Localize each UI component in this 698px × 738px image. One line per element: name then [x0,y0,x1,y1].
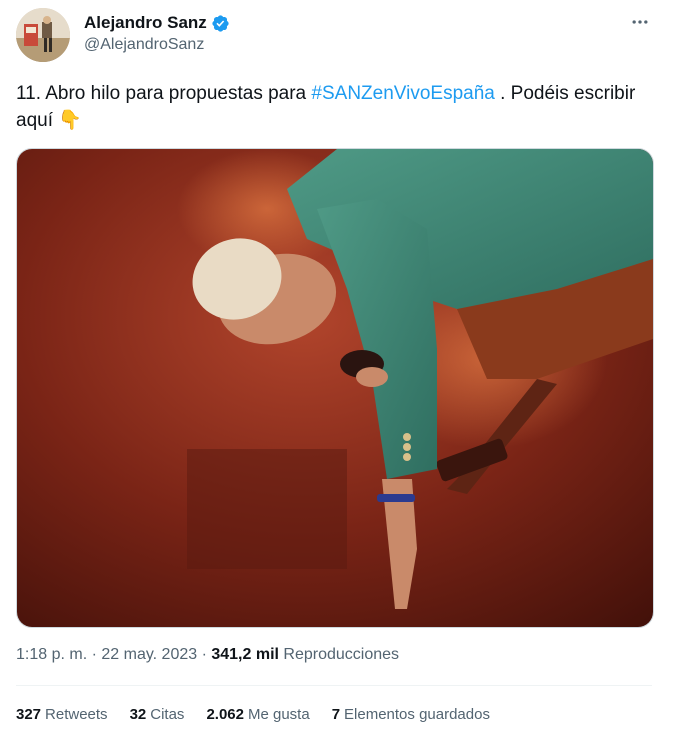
bookmarks-label: Elementos guardados [344,706,490,723]
author-block: Alejandro Sanz @AlejandroSanz [84,12,230,54]
author-handle[interactable]: @AlejandroSanz [84,36,230,54]
quotes-label: Citas [150,706,185,723]
tweet-photo[interactable] [16,148,654,628]
views-label: Reproducciones [278,646,400,663]
meta-separator: · [197,646,212,663]
quotes-count: 32 [129,706,147,723]
more-options-icon [632,20,648,24]
avatar[interactable] [16,8,70,62]
likes-count: 2.062 [206,706,244,723]
tweet-card: Alejandro Sanz @AlejandroSanz 11. Abro h… [0,0,698,738]
divider [16,685,652,686]
bookmarks-count: 7 [331,706,341,723]
more-options-button[interactable] [626,8,654,36]
retweets-label: Retweets [45,706,108,723]
meta-separator: · [87,646,102,663]
likes-stat[interactable]: 2.062 Me gusta [206,706,309,723]
quotes-stat[interactable]: 32 Citas [130,706,185,723]
verified-badge-icon [211,14,230,33]
pointing-down-emoji: 👇 [58,110,82,131]
tweet-text-before: 11. Abro hilo para propuestas para [16,83,312,104]
tweet-time[interactable]: 1:18 p. m. [16,646,87,664]
tweet-date[interactable]: 22 may. 2023 [101,646,197,664]
avatar-image [16,8,70,62]
engagement-stats: 327 Retweets 32 Citas 2.062 Me gusta 7 Eleme… [16,706,490,723]
bookmarks-stat[interactable]: 7 Elementos guardados [332,706,490,723]
tweet-meta: 1:18 p. m. · 22 may. 2023 · 341,2 mil Re… [16,646,399,664]
retweets-count: 327 [16,706,42,723]
concert-photo [17,149,653,627]
tweet-text: 11. Abro hilo para propuestas para #SANZ… [16,80,666,134]
views-count: 341,2 mil [211,646,279,663]
hashtag-link[interactable]: #SANZenVivoEspaña [311,83,494,104]
retweets-stat[interactable]: 327 Retweets [16,706,108,723]
author-name[interactable]: Alejandro Sanz [84,13,207,33]
likes-label: Me gusta [247,706,310,723]
